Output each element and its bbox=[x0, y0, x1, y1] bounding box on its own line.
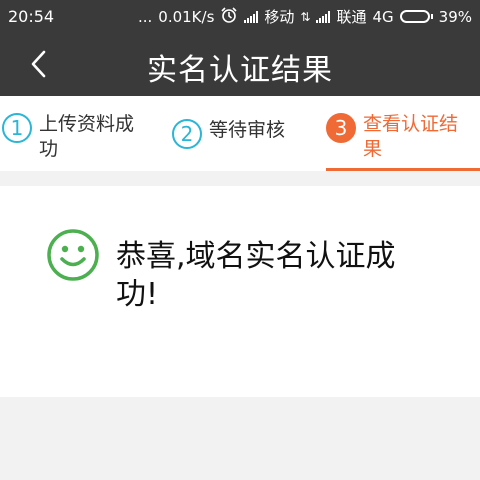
step-number: 2 bbox=[172, 119, 202, 149]
result-panel: 恭喜,域名实名认证成功! bbox=[0, 186, 480, 397]
step-number: 3 bbox=[326, 113, 356, 143]
alarm-icon bbox=[220, 6, 238, 28]
battery-percent: 39% bbox=[438, 7, 472, 26]
data-transfer-icon: ⇅ bbox=[300, 9, 311, 24]
page-title: 实名认证结果 bbox=[147, 53, 333, 88]
step-result: 3 查看认证结果 bbox=[326, 96, 480, 171]
status-dots: ... bbox=[137, 7, 153, 26]
carrier-1: 移动 bbox=[264, 8, 295, 26]
signal-icon-2 bbox=[316, 10, 331, 23]
nav-bar: 实名认证结果 bbox=[0, 33, 480, 96]
network-speed: 0.01K/s bbox=[158, 7, 215, 26]
success-message: 恭喜,域名实名认证成功! bbox=[116, 239, 396, 312]
step-number: 1 bbox=[2, 113, 32, 143]
step-indicator: 1 上传资料成功 2 等待审核 3 查看认证结果 bbox=[0, 96, 480, 171]
battery-icon bbox=[399, 10, 433, 23]
status-time: 20:54 bbox=[8, 7, 55, 26]
carrier-2: 联通 bbox=[336, 8, 367, 26]
step-label: 等待审核 bbox=[209, 119, 286, 141]
network-type: 4G bbox=[372, 7, 394, 26]
signal-icon bbox=[244, 10, 259, 23]
status-bar: 20:54 ... 0.01K/s 移动 ⇅ 联通 4G 39% bbox=[0, 0, 480, 33]
step-label: 查看认证结果 bbox=[363, 113, 459, 160]
smile-icon bbox=[47, 229, 99, 281]
step-upload: 1 上传资料成功 bbox=[0, 96, 156, 171]
active-step-underline bbox=[326, 168, 480, 171]
step-label: 上传资料成功 bbox=[39, 113, 135, 160]
status-right: ... 0.01K/s 移动 ⇅ 联通 4G 39% bbox=[138, 6, 472, 28]
step-review: 2 等待审核 bbox=[156, 96, 326, 171]
